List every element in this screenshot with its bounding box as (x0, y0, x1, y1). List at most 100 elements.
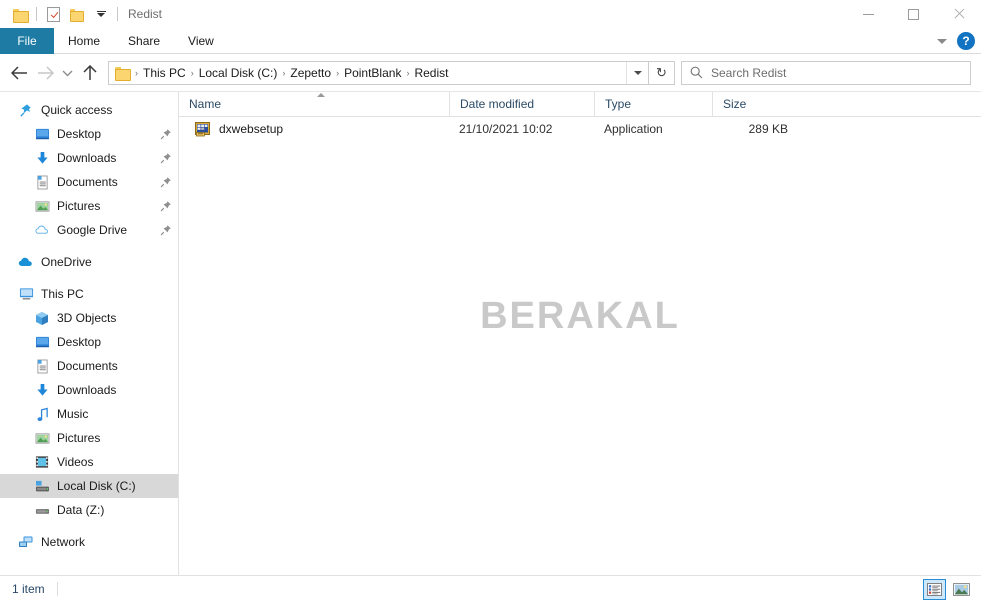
tab-file[interactable]: File (0, 28, 54, 54)
pin-icon[interactable] (160, 128, 172, 140)
network-icon (18, 534, 34, 550)
details-view-icon (927, 582, 942, 596)
sidebar-label-documents: Documents (57, 359, 118, 373)
pin-icon[interactable] (160, 200, 172, 212)
sidebar-item-documents-qa[interactable]: Documents (0, 170, 178, 194)
address-dropdown-chevron-down-icon[interactable] (626, 61, 648, 84)
sidebar-label-this-pc: This PC (41, 287, 84, 301)
tab-view[interactable]: View (174, 28, 228, 54)
sort-ascending-icon (317, 92, 325, 97)
properties-icon[interactable] (41, 2, 65, 26)
search-input[interactable]: Search Redist (711, 66, 786, 80)
sidebar-label-google-drive: Google Drive (57, 223, 128, 237)
sidebar-label-documents-qa: Documents (57, 175, 118, 189)
column-header-date-modified[interactable]: Date modified (449, 91, 594, 117)
expand-ribbon-chevron-down-icon[interactable] (935, 34, 949, 48)
search-icon (690, 66, 703, 79)
sidebar-label-onedrive: OneDrive (41, 255, 92, 269)
breadcrumb-separator-1: › (190, 67, 194, 78)
sidebar-item-documents[interactable]: Documents (0, 354, 178, 378)
title-bar: Redist (0, 0, 981, 28)
file-date-cell: 21/10/2021 10:02 (459, 122, 553, 136)
sidebar-item-downloads-qa[interactable]: Downloads (0, 146, 178, 170)
sidebar-item-pictures-qa[interactable]: Pictures (0, 194, 178, 218)
large-icons-view-button[interactable] (950, 579, 973, 600)
tab-home[interactable]: Home (54, 28, 114, 54)
search-box[interactable]: Search Redist (681, 60, 971, 85)
column-header-name[interactable]: Name (179, 92, 449, 117)
ribbon-right-controls: ? (935, 28, 975, 54)
qat-divider-2 (117, 7, 118, 21)
breadcrumb-item-redist[interactable]: Redist (410, 66, 452, 80)
column-header-type[interactable]: Type (594, 91, 712, 117)
status-bar: 1 item (0, 575, 981, 602)
breadcrumb-bar[interactable]: › This PC › Local Disk (C:) › Zepetto › … (108, 60, 649, 85)
folder-icon[interactable] (8, 2, 32, 26)
breadcrumb-item-zepetto[interactable]: Zepetto (286, 66, 335, 80)
sidebar-item-music[interactable]: Music (0, 402, 178, 426)
status-divider (56, 582, 58, 596)
sidebar-item-quick-access[interactable]: Quick access (0, 98, 178, 122)
sidebar-label-desktop: Desktop (57, 335, 102, 349)
sidebar-item-videos[interactable]: Videos (0, 450, 178, 474)
help-icon[interactable]: ? (957, 32, 975, 50)
sidebar-item-local-disk-c[interactable]: Local Disk (C:) (0, 474, 178, 498)
table-row[interactable]: dxwebsetup 21/10/2021 10:02 Application … (179, 117, 981, 141)
view-toggle-group (923, 578, 973, 600)
quick-access-toolbar: Redist (0, 2, 162, 26)
column-label-date-modified: Date modified (460, 97, 535, 111)
music-icon (34, 406, 50, 422)
sidebar-item-data-z[interactable]: Data (Z:) (0, 498, 178, 522)
customize-quick-access-chevron-icon[interactable] (89, 2, 113, 26)
minimize-button[interactable] (846, 0, 891, 28)
breadcrumb-folder-icon (115, 66, 131, 81)
onedrive-cloud-icon (18, 254, 34, 270)
pin-icon[interactable] (160, 224, 172, 236)
tab-share[interactable]: Share (114, 28, 174, 54)
sidebar-item-3d-objects[interactable]: 3D Objects (0, 306, 178, 330)
downloads-icon (34, 382, 50, 398)
sidebar-item-pictures[interactable]: Pictures (0, 426, 178, 450)
sidebar-item-downloads[interactable]: Downloads (0, 378, 178, 402)
details-view-button[interactable] (923, 578, 946, 600)
column-header-size[interactable]: Size (712, 91, 794, 117)
google-drive-icon (34, 222, 50, 238)
drive-icon (34, 502, 50, 518)
sidebar-label-videos: Videos (57, 455, 94, 469)
sidebar-item-onedrive[interactable]: OneDrive (0, 250, 178, 274)
up-button[interactable] (76, 59, 104, 87)
new-folder-icon[interactable] (65, 2, 89, 26)
sidebar-label-pictures: Pictures (57, 431, 101, 445)
desktop-icon (34, 334, 50, 350)
back-button[interactable] (6, 59, 32, 87)
breadcrumb-item-this-pc[interactable]: This PC (139, 66, 190, 80)
sidebar-label-pictures-qa: Pictures (57, 199, 101, 213)
window-title: Redist (128, 7, 163, 21)
sidebar-item-desktop-qa[interactable]: Desktop (0, 122, 178, 146)
sidebar-item-this-pc[interactable]: This PC (0, 282, 178, 306)
sidebar-item-network[interactable]: Network (0, 530, 178, 554)
desktop-icon (34, 126, 50, 142)
file-list-pane: Name Date modified Type Size dxwebsetup … (179, 91, 981, 575)
file-name-label: dxwebsetup (219, 122, 284, 136)
forward-button[interactable] (32, 59, 58, 87)
documents-icon (34, 174, 50, 190)
close-button[interactable] (936, 0, 981, 28)
column-label-name: Name (189, 97, 222, 111)
pin-icon[interactable] (160, 176, 172, 188)
sidebar-item-google-drive[interactable]: Google Drive (0, 218, 178, 242)
file-name-cell[interactable]: dxwebsetup (179, 117, 449, 141)
recent-locations-chevron-down-icon[interactable] (58, 59, 76, 87)
pin-icon[interactable] (160, 152, 172, 164)
refresh-button[interactable]: ↻ (649, 60, 675, 85)
item-count-label: 1 item (12, 582, 45, 596)
3d-objects-icon (34, 310, 50, 326)
ribbon-tab-bar: File Home Share View ? (0, 28, 981, 54)
pictures-icon (34, 430, 50, 446)
breadcrumb-item-pointblank[interactable]: PointBlank (340, 66, 405, 80)
sidebar-label-music: Music (57, 407, 89, 421)
breadcrumb-item-local-disk-c[interactable]: Local Disk (C:) (195, 66, 282, 80)
sidebar-item-desktop[interactable]: Desktop (0, 330, 178, 354)
maximize-button[interactable] (891, 0, 936, 28)
documents-icon (34, 358, 50, 374)
